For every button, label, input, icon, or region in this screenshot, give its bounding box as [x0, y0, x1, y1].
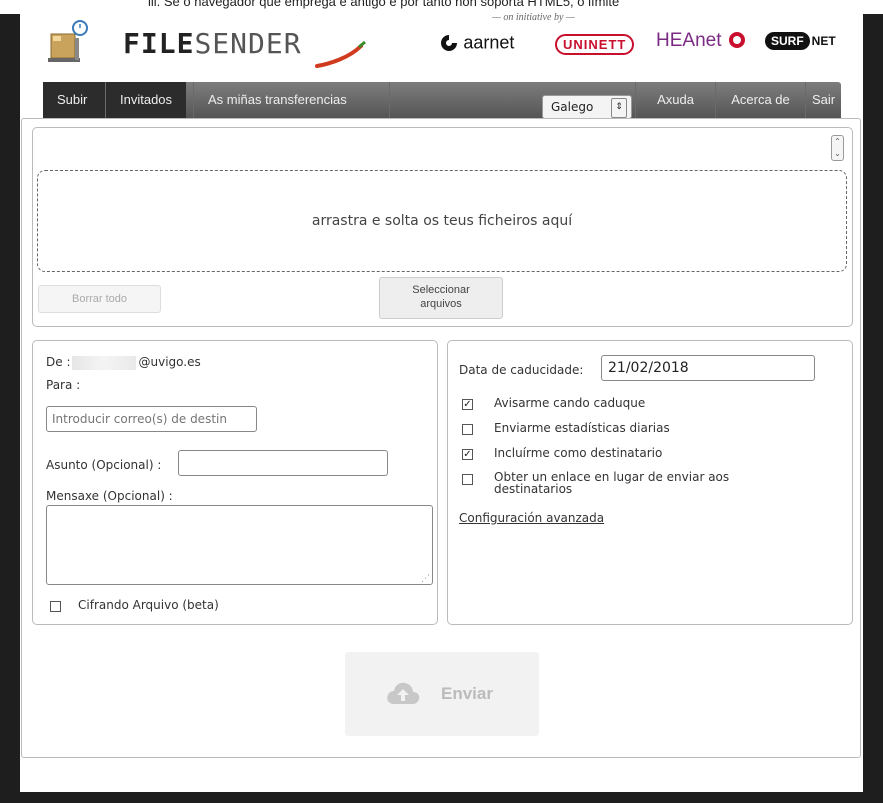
to-label: Para :: [46, 378, 81, 392]
filesender-logo-text: FILESENDER: [123, 27, 302, 60]
get-link-label: Obter un enlace en lugar de enviar aos d…: [494, 470, 730, 496]
from-email: @uvigo.es: [138, 355, 201, 369]
aarnet-swirl-icon: [441, 35, 457, 51]
redacted-username: [72, 355, 137, 370]
include-self-label: Incluírme como destinatario: [494, 446, 663, 460]
notify-expiry-checkbox[interactable]: ✓: [462, 399, 473, 410]
file-dropzone[interactable]: arrastra e solta os teus ficheiros aquí: [37, 170, 847, 272]
encrypt-label: Cifrando Arquivo (beta): [78, 598, 219, 612]
from-row: De : @uvigo.es: [46, 355, 201, 370]
subject-label: Asunto (Opcional) :: [46, 458, 162, 472]
notify-expiry-label: Avisarme cando caduque: [494, 396, 646, 410]
recipient-email-input[interactable]: [46, 406, 257, 432]
nav-logout[interactable]: Sair: [805, 82, 841, 118]
uninett-logo: UNINETT: [555, 34, 635, 55]
expiry-date-input[interactable]: 21/02/2018: [601, 355, 815, 381]
message-textarea[interactable]: ⋰: [46, 505, 433, 585]
language-select-value: Galego: [551, 100, 594, 114]
daily-stats-label: Enviarme estadísticas diarias: [494, 421, 670, 435]
include-self-checkbox[interactable]: ✓: [462, 449, 473, 460]
clear-all-button[interactable]: Borrar todo: [38, 285, 161, 313]
initiative-label: — on initiative by —: [492, 12, 575, 23]
nav-upload[interactable]: Subir: [43, 82, 105, 118]
subject-input[interactable]: [178, 450, 388, 476]
chili-pepper-icon: [315, 40, 366, 68]
page: FILESENDER — on initiative by — aarnet U…: [20, 12, 863, 792]
top-notice-bar: iii. Se o navegador que emprega é antigo…: [0, 0, 883, 14]
send-button-label: Enviar: [441, 684, 493, 703]
nav-my-transfers[interactable]: As miñas transferencias: [193, 82, 390, 118]
from-label: De :: [46, 355, 71, 369]
resize-grip-icon: ⋰: [421, 574, 430, 584]
send-button[interactable]: Enviar: [345, 652, 539, 736]
encrypt-checkbox[interactable]: [50, 601, 61, 612]
select-arrows-icon: ⇕: [611, 98, 627, 118]
nav-help[interactable]: Axuda: [635, 82, 715, 118]
select-files-button[interactable]: Seleccionar arquivos: [379, 277, 503, 319]
check-mark-icon: ✓: [463, 449, 472, 460]
aarnet-logo: aarnet: [438, 32, 514, 54]
advanced-settings-link[interactable]: Configuración avanzada: [459, 511, 604, 525]
get-link-checkbox[interactable]: [462, 474, 473, 485]
daily-stats-checkbox[interactable]: [462, 424, 473, 435]
expiry-label: Data de caducidade:: [459, 363, 584, 377]
check-mark-icon: ✓: [463, 399, 472, 410]
scroll-arrows-icon[interactable]: ⌃ ⌄: [831, 135, 844, 161]
top-notice-text: iii. Se o navegador que emprega é antigo…: [148, 0, 620, 9]
nav-about[interactable]: Acerca de: [715, 82, 805, 118]
language-select[interactable]: Galego ⇕: [542, 95, 632, 119]
message-label: Mensaxe (Opcional) :: [46, 489, 173, 503]
main-nav: Subir Invitados As miñas transferencias …: [43, 82, 841, 119]
heanet-emblem-icon: [728, 32, 745, 48]
nav-guests[interactable]: Invitados: [105, 82, 186, 118]
cloud-upload-icon: [387, 682, 420, 704]
heanet-logo: HEAnet: [656, 30, 747, 52]
filesender-logo-icon: [47, 20, 89, 62]
surfnet-logo: SURF NET: [765, 32, 836, 50]
